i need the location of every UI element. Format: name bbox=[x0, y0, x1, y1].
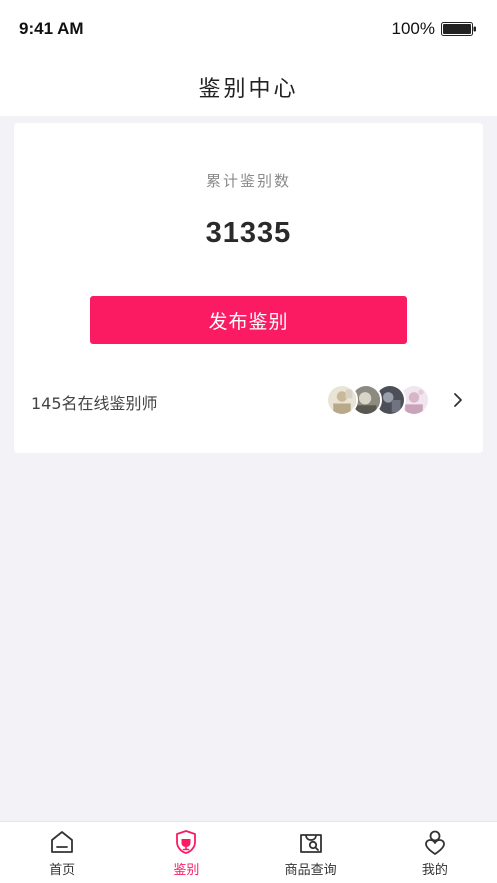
battery-indicator: 100% bbox=[392, 19, 477, 39]
status-time: 9:41 AM bbox=[19, 19, 84, 38]
battery-percent: 100% bbox=[391, 19, 435, 38]
tab-label: 首页 bbox=[49, 863, 76, 878]
tab-bar: 首页 鉴别 商品查询 我的 bbox=[0, 821, 497, 883]
home-icon bbox=[51, 831, 74, 853]
nav-bar: 鉴别中心 bbox=[0, 58, 497, 116]
tab-label: 我的 bbox=[421, 863, 448, 878]
page-title: 鉴别中心 bbox=[198, 77, 299, 102]
tab-home[interactable]: 首页 bbox=[0, 822, 124, 883]
bag-search-icon bbox=[299, 834, 322, 853]
tab-label: 商品查询 bbox=[284, 863, 337, 878]
tab-product-search[interactable]: 商品查询 bbox=[249, 822, 373, 883]
tab-profile[interactable]: 我的 bbox=[373, 822, 497, 883]
shield-icon bbox=[176, 830, 197, 854]
tab-label: 鉴别 bbox=[173, 863, 200, 878]
battery-icon bbox=[441, 22, 476, 36]
tab-appraisal[interactable]: 鉴别 bbox=[124, 822, 248, 883]
total-appraisals-label: 累计鉴别数 bbox=[205, 172, 291, 190]
appraisal-card: 累计鉴别数 31335 发布鉴别 145名在线鉴别师 bbox=[14, 123, 483, 453]
status-bar: 9:41 AM 100% bbox=[0, 0, 497, 58]
total-appraisals-value: 31335 bbox=[205, 217, 292, 249]
avatar bbox=[326, 384, 358, 416]
appraiser-avatars bbox=[326, 384, 438, 416]
online-appraisers-text: 145名在线鉴别师 bbox=[31, 394, 158, 413]
publish-appraisal-button[interactable]: 发布鉴别 bbox=[90, 296, 407, 344]
online-appraisers-row[interactable]: 145名在线鉴别师 bbox=[14, 378, 483, 422]
user-heart-icon bbox=[424, 830, 445, 855]
chevron-right-icon[interactable] bbox=[451, 390, 465, 410]
